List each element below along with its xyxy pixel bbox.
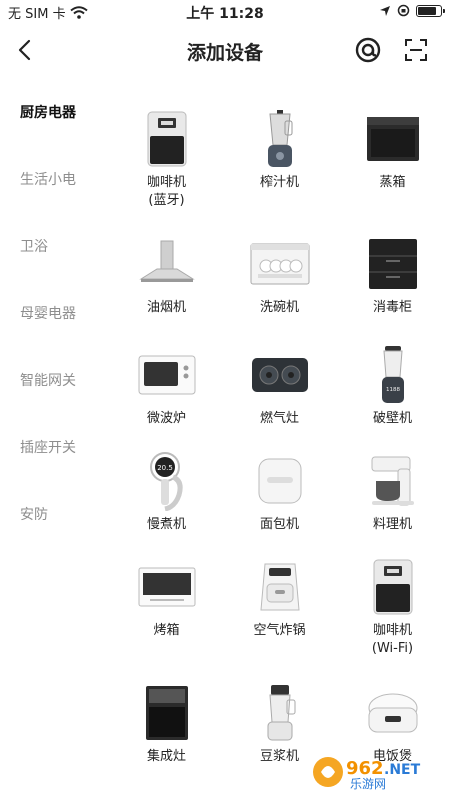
device-blender[interactable]: 1188 破壁机 xyxy=(336,346,449,452)
device-dishwasher[interactable]: 洗碗机 xyxy=(223,235,336,341)
device-range-hood[interactable]: 油烟机 xyxy=(110,235,223,341)
coffee-machine-icon xyxy=(147,111,186,167)
page-title: 添加设备 xyxy=(186,42,263,64)
gas-stove-icon xyxy=(251,358,308,392)
device-label: 面包机 xyxy=(259,517,299,532)
sous-vide-icon: 20.5 xyxy=(149,452,183,511)
device-label: 破壁机 xyxy=(372,411,412,426)
header: 添加设备 xyxy=(0,24,450,76)
soymilk-maker-icon xyxy=(267,685,295,741)
microwave-icon xyxy=(138,355,195,395)
device-label: 燃气灶 xyxy=(259,411,299,426)
dishwasher-icon xyxy=(250,243,309,285)
device-coffee-bluetooth[interactable]: 咖啡机 (蓝牙) xyxy=(110,110,223,216)
device-label: 豆浆机 xyxy=(259,749,299,764)
battery-fill xyxy=(418,6,436,15)
device-label: 蒸箱 xyxy=(379,175,406,190)
scan-button[interactable] xyxy=(402,36,430,64)
device-sous-vide[interactable]: 20.5 慢煮机 xyxy=(110,452,223,558)
site-watermark: 962 .NET 乐游网 xyxy=(312,754,442,791)
sidebar-item-kitchen[interactable]: 厨房电器 xyxy=(20,102,76,122)
food-processor-icon xyxy=(371,456,414,506)
scan-icon xyxy=(405,39,427,61)
device-label: 烤箱 xyxy=(153,623,180,638)
watermark-domain: .NET xyxy=(384,762,421,778)
sidebar-item-small-appliances[interactable]: 生活小电 xyxy=(20,169,76,189)
watermark-logo: 962 .NET 乐游网 xyxy=(313,757,421,791)
device-label: 咖啡机 xyxy=(372,623,412,638)
integrated-stove-icon xyxy=(145,686,188,740)
sidebar-item-bathroom[interactable]: 卫浴 xyxy=(20,236,48,256)
device-disinfection-cabinet[interactable]: 消毒柜 xyxy=(336,235,449,341)
blender-icon: 1188 xyxy=(381,346,404,403)
at-sign-icon xyxy=(355,37,381,63)
sidebar-item-gateway[interactable]: 智能网关 xyxy=(20,370,76,390)
watermark-brand: 962 xyxy=(346,758,384,779)
air-fryer-icon xyxy=(259,563,300,611)
sidebar-item-sockets[interactable]: 插座开关 xyxy=(20,437,76,457)
status-right xyxy=(379,4,445,17)
device-steam-oven[interactable]: 蒸箱 xyxy=(336,110,449,216)
device-sublabel: (蓝牙) xyxy=(148,193,185,208)
device-bread-maker[interactable]: 面包机 xyxy=(223,452,336,558)
device-label: 咖啡机 xyxy=(146,175,186,190)
device-grid: 咖啡机 (蓝牙) 榨汁机 蒸箱 油烟机 洗碗机 消毒柜 微波炉 燃气灶 1188… xyxy=(110,110,450,800)
disinfection-cabinet-icon xyxy=(368,239,417,289)
device-label: 集成灶 xyxy=(146,749,186,764)
device-microwave[interactable]: 微波炉 xyxy=(110,346,223,452)
oven-icon xyxy=(138,567,195,607)
blender-display: 1188 xyxy=(386,387,400,393)
category-sidebar: 厨房电器 生活小电 卫浴 母婴电器 智能网关 插座开关 安防 xyxy=(0,80,110,800)
range-hood-icon xyxy=(138,240,195,282)
device-label: 洗碗机 xyxy=(259,300,299,315)
rice-cooker-icon xyxy=(368,693,417,733)
device-integrated-stove[interactable]: 集成灶 xyxy=(110,684,223,790)
orientation-lock-icon xyxy=(397,4,410,17)
device-label: 榨汁机 xyxy=(259,175,299,190)
device-label: 料理机 xyxy=(372,517,412,532)
device-label: 慢煮机 xyxy=(146,517,186,532)
device-gas-stove[interactable]: 燃气灶 xyxy=(223,346,336,452)
bread-maker-icon xyxy=(258,458,301,504)
coffee-machine-wifi-icon xyxy=(373,559,412,615)
status-bar: 无 SIM 卡 上午 11:28 xyxy=(0,0,450,24)
sidebar-item-security[interactable]: 安防 xyxy=(20,504,48,524)
device-sublabel: (Wi-Fi) xyxy=(371,641,414,656)
device-coffee-wifi[interactable]: 咖啡机 (Wi-Fi) xyxy=(336,558,449,664)
device-food-processor[interactable]: 料理机 xyxy=(336,452,449,558)
device-label: 油烟机 xyxy=(146,300,186,315)
battery-icon xyxy=(416,4,445,17)
watermark-text: 乐游网 xyxy=(350,777,386,790)
sous-vide-display: 20.5 xyxy=(157,464,173,472)
location-arrow-icon xyxy=(380,5,390,16)
device-air-fryer[interactable]: 空气炸锅 xyxy=(223,558,336,664)
steam-oven-icon xyxy=(366,117,419,161)
sidebar-item-baby[interactable]: 母婴电器 xyxy=(20,303,76,323)
juicer-icon xyxy=(267,110,292,167)
device-oven[interactable]: 烤箱 xyxy=(110,558,223,664)
device-juicer[interactable]: 榨汁机 xyxy=(223,110,336,216)
device-label: 微波炉 xyxy=(146,411,186,426)
device-label: 消毒柜 xyxy=(372,300,412,315)
at-button[interactable] xyxy=(354,36,382,64)
device-label: 空气炸锅 xyxy=(253,623,306,638)
